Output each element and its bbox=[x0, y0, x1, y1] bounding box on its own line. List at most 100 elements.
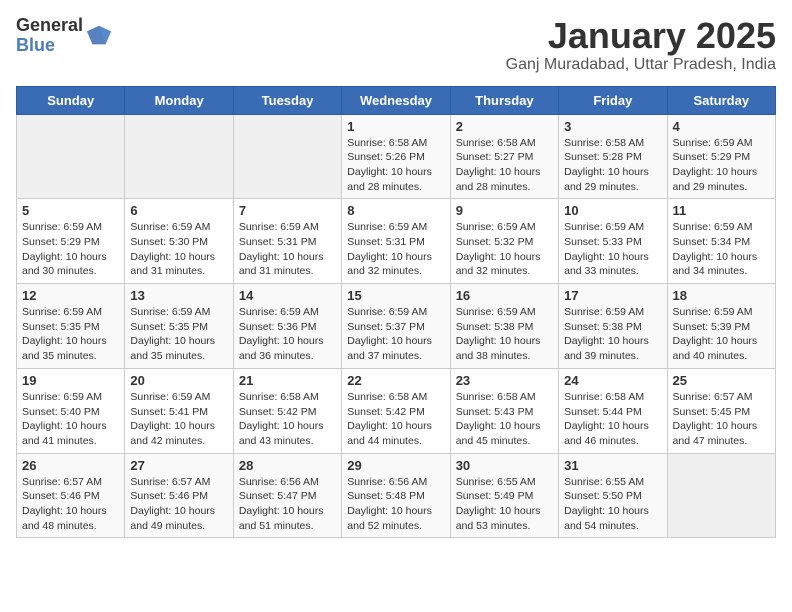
day-number: 4 bbox=[673, 119, 770, 134]
header: General Blue January 2025 Ganj Muradabad… bbox=[16, 16, 776, 74]
cell-info: Sunrise: 6:59 AM Sunset: 5:39 PM Dayligh… bbox=[673, 305, 770, 364]
day-number: 12 bbox=[22, 288, 119, 303]
calendar-cell bbox=[125, 114, 233, 199]
calendar-cell: 26 Sunrise: 6:57 AM Sunset: 5:46 PM Dayli… bbox=[17, 453, 125, 538]
cell-info: Sunrise: 6:57 AM Sunset: 5:46 PM Dayligh… bbox=[130, 475, 227, 534]
calendar-cell bbox=[17, 114, 125, 199]
calendar-week-row: 26 Sunrise: 6:57 AM Sunset: 5:46 PM Dayli… bbox=[17, 453, 776, 538]
cell-info: Sunrise: 6:59 AM Sunset: 5:35 PM Dayligh… bbox=[130, 305, 227, 364]
calendar-cell: 18 Sunrise: 6:59 AM Sunset: 5:39 PM Dayli… bbox=[667, 284, 775, 369]
calendar-cell: 3Sunrise: 6:58 AM Sunset: 5:28 PM Daylig… bbox=[559, 114, 667, 199]
cell-info: Sunrise: 6:58 AM Sunset: 5:26 PM Dayligh… bbox=[347, 136, 444, 195]
day-number: 10 bbox=[564, 203, 661, 218]
cell-info: Sunrise: 6:59 AM Sunset: 5:37 PM Dayligh… bbox=[347, 305, 444, 364]
cell-info: Sunrise: 6:59 AM Sunset: 5:29 PM Dayligh… bbox=[673, 136, 770, 195]
calendar-cell: 29 Sunrise: 6:56 AM Sunset: 5:48 PM Dayli… bbox=[342, 453, 450, 538]
day-number: 16 bbox=[456, 288, 553, 303]
cell-info: Sunrise: 6:59 AM Sunset: 5:38 PM Dayligh… bbox=[564, 305, 661, 364]
cell-info: Sunrise: 6:59 AM Sunset: 5:38 PM Dayligh… bbox=[456, 305, 553, 364]
cell-info: Sunrise: 6:55 AM Sunset: 5:50 PM Dayligh… bbox=[564, 475, 661, 534]
calendar-cell: 16 Sunrise: 6:59 AM Sunset: 5:38 PM Dayli… bbox=[450, 284, 558, 369]
day-number: 28 bbox=[239, 458, 336, 473]
day-number: 2 bbox=[456, 119, 553, 134]
calendar-cell: 19 Sunrise: 6:59 AM Sunset: 5:40 PM Dayli… bbox=[17, 368, 125, 453]
calendar-cell: 2 Sunrise: 6:58 AM Sunset: 5:27 PM Daylig… bbox=[450, 114, 558, 199]
cell-info: Sunrise: 6:57 AM Sunset: 5:46 PM Dayligh… bbox=[22, 475, 119, 534]
day-number: 23 bbox=[456, 373, 553, 388]
weekday-header: Friday bbox=[559, 86, 667, 114]
weekday-header: Saturday bbox=[667, 86, 775, 114]
day-number: 9 bbox=[456, 203, 553, 218]
day-number: 22 bbox=[347, 373, 444, 388]
weekday-header: Tuesday bbox=[233, 86, 341, 114]
title-section: January 2025 Ganj Muradabad, Uttar Prade… bbox=[506, 16, 776, 74]
logo-blue-text: Blue bbox=[16, 36, 83, 56]
logo: General Blue bbox=[16, 16, 113, 56]
day-number: 14 bbox=[239, 288, 336, 303]
calendar-cell bbox=[667, 453, 775, 538]
calendar-cell: 9 Sunrise: 6:59 AM Sunset: 5:32 PM Daylig… bbox=[450, 199, 558, 284]
cell-info: Sunrise: 6:59 AM Sunset: 5:34 PM Dayligh… bbox=[673, 220, 770, 279]
day-number: 1 bbox=[347, 119, 444, 134]
calendar-cell: 23 Sunrise: 6:58 AM Sunset: 5:43 PM Dayli… bbox=[450, 368, 558, 453]
calendar-cell: 20 Sunrise: 6:59 AM Sunset: 5:41 PM Dayli… bbox=[125, 368, 233, 453]
day-number: 13 bbox=[130, 288, 227, 303]
weekday-header: Thursday bbox=[450, 86, 558, 114]
calendar-cell: 27 Sunrise: 6:57 AM Sunset: 5:46 PM Dayli… bbox=[125, 453, 233, 538]
cell-info: Sunrise: 6:59 AM Sunset: 5:41 PM Dayligh… bbox=[130, 390, 227, 449]
logo-general-text: General bbox=[16, 16, 83, 36]
cell-info: Sunrise: 6:58 AM Sunset: 5:42 PM Dayligh… bbox=[239, 390, 336, 449]
day-number: 27 bbox=[130, 458, 227, 473]
day-number: 26 bbox=[22, 458, 119, 473]
day-number: 17 bbox=[564, 288, 661, 303]
location-title: Ganj Muradabad, Uttar Pradesh, India bbox=[506, 56, 776, 74]
day-number: 7 bbox=[239, 203, 336, 218]
calendar-cell: 24 Sunrise: 6:58 AM Sunset: 5:44 PM Dayli… bbox=[559, 368, 667, 453]
calendar-cell: 22Sunrise: 6:58 AM Sunset: 5:42 PM Dayli… bbox=[342, 368, 450, 453]
cell-info: Sunrise: 6:59 AM Sunset: 5:31 PM Dayligh… bbox=[239, 220, 336, 279]
day-number: 21 bbox=[239, 373, 336, 388]
logo-icon bbox=[85, 22, 113, 50]
calendar-cell: 31 Sunrise: 6:55 AM Sunset: 5:50 PM Dayli… bbox=[559, 453, 667, 538]
calendar-cell: 21 Sunrise: 6:58 AM Sunset: 5:42 PM Dayli… bbox=[233, 368, 341, 453]
cell-info: Sunrise: 6:58 AM Sunset: 5:43 PM Dayligh… bbox=[456, 390, 553, 449]
calendar-cell: 14Sunrise: 6:59 AM Sunset: 5:36 PM Dayli… bbox=[233, 284, 341, 369]
cell-info: Sunrise: 6:59 AM Sunset: 5:40 PM Dayligh… bbox=[22, 390, 119, 449]
day-number: 30 bbox=[456, 458, 553, 473]
day-number: 19 bbox=[22, 373, 119, 388]
calendar-cell: 5Sunrise: 6:59 AM Sunset: 5:29 PM Daylig… bbox=[17, 199, 125, 284]
calendar-week-row: 19 Sunrise: 6:59 AM Sunset: 5:40 PM Dayli… bbox=[17, 368, 776, 453]
calendar-cell: 4 Sunrise: 6:59 AM Sunset: 5:29 PM Daylig… bbox=[667, 114, 775, 199]
cell-info: Sunrise: 6:59 AM Sunset: 5:32 PM Dayligh… bbox=[456, 220, 553, 279]
calendar-cell: 30 Sunrise: 6:55 AM Sunset: 5:49 PM Dayli… bbox=[450, 453, 558, 538]
cell-info: Sunrise: 6:58 AM Sunset: 5:44 PM Dayligh… bbox=[564, 390, 661, 449]
calendar-cell: 8Sunrise: 6:59 AM Sunset: 5:31 PM Daylig… bbox=[342, 199, 450, 284]
day-number: 31 bbox=[564, 458, 661, 473]
calendar-cell: 25Sunrise: 6:57 AM Sunset: 5:45 PM Dayli… bbox=[667, 368, 775, 453]
day-number: 24 bbox=[564, 373, 661, 388]
cell-info: Sunrise: 6:59 AM Sunset: 5:30 PM Dayligh… bbox=[130, 220, 227, 279]
day-number: 15 bbox=[347, 288, 444, 303]
calendar-week-row: 1 Sunrise: 6:58 AM Sunset: 5:26 PM Daylig… bbox=[17, 114, 776, 199]
calendar-cell: 7 Sunrise: 6:59 AM Sunset: 5:31 PM Daylig… bbox=[233, 199, 341, 284]
calendar-cell: 15 Sunrise: 6:59 AM Sunset: 5:37 PM Dayli… bbox=[342, 284, 450, 369]
weekday-header: Sunday bbox=[17, 86, 125, 114]
calendar-cell: 1 Sunrise: 6:58 AM Sunset: 5:26 PM Daylig… bbox=[342, 114, 450, 199]
calendar-cell: 12Sunrise: 6:59 AM Sunset: 5:35 PM Dayli… bbox=[17, 284, 125, 369]
weekday-header: Wednesday bbox=[342, 86, 450, 114]
cell-info: Sunrise: 6:56 AM Sunset: 5:48 PM Dayligh… bbox=[347, 475, 444, 534]
calendar-header-row: SundayMondayTuesdayWednesdayThursdayFrid… bbox=[17, 86, 776, 114]
calendar-cell: 13 Sunrise: 6:59 AM Sunset: 5:35 PM Dayli… bbox=[125, 284, 233, 369]
month-title: January 2025 bbox=[506, 16, 776, 56]
calendar-cell: 10Sunrise: 6:59 AM Sunset: 5:33 PM Dayli… bbox=[559, 199, 667, 284]
cell-info: Sunrise: 6:55 AM Sunset: 5:49 PM Dayligh… bbox=[456, 475, 553, 534]
cell-info: Sunrise: 6:58 AM Sunset: 5:27 PM Dayligh… bbox=[456, 136, 553, 195]
day-number: 18 bbox=[673, 288, 770, 303]
day-number: 6 bbox=[130, 203, 227, 218]
day-number: 29 bbox=[347, 458, 444, 473]
cell-info: Sunrise: 6:56 AM Sunset: 5:47 PM Dayligh… bbox=[239, 475, 336, 534]
day-number: 25 bbox=[673, 373, 770, 388]
cell-info: Sunrise: 6:59 AM Sunset: 5:29 PM Dayligh… bbox=[22, 220, 119, 279]
day-number: 20 bbox=[130, 373, 227, 388]
calendar-cell: 17 Sunrise: 6:59 AM Sunset: 5:38 PM Dayli… bbox=[559, 284, 667, 369]
